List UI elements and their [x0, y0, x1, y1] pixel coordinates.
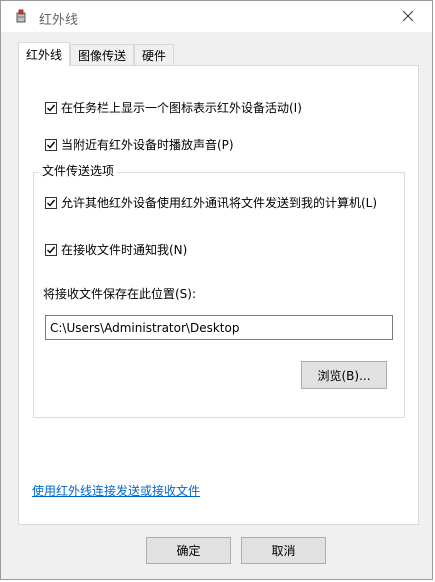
show-taskbar-icon-checkbox[interactable]	[45, 101, 57, 114]
save-location-value: C:\Users\Administrator\Desktop	[50, 320, 240, 335]
tab-image-transfer[interactable]: 图像传送	[70, 44, 135, 66]
checkmark-icon	[47, 246, 56, 254]
checkmark-icon	[47, 199, 56, 207]
show-taskbar-icon-label: 在任务栏上显示一个图标表示红外设备活动(I)	[61, 101, 302, 115]
close-button[interactable]	[390, 3, 426, 31]
cancel-button[interactable]: 取消	[241, 537, 326, 564]
checkmark-icon	[47, 104, 56, 112]
show-taskbar-icon-option[interactable]: 在任务栏上显示一个图标表示红外设备活动(I)	[45, 99, 302, 116]
allow-send-option[interactable]: 允许其他红外设备使用红外通讯将文件发送到我的计算机(L)	[45, 194, 377, 211]
help-link[interactable]: 使用红外线连接发送或接收文件	[32, 482, 200, 499]
notify-receive-option[interactable]: 在接收文件时通知我(N)	[45, 241, 187, 258]
file-transfer-legend: 文件传送选项	[39, 162, 118, 179]
allow-send-checkbox[interactable]	[45, 196, 57, 209]
notify-receive-checkbox[interactable]	[45, 243, 57, 256]
play-sound-checkbox[interactable]	[45, 138, 57, 151]
infrared-dialog: 红外线 红外线 图像传送 硬件 在任务栏上显示一个图标表示红外设备活动(I) 当…	[0, 0, 433, 580]
window-title: 红外线	[39, 13, 79, 28]
infrared-tab-panel: 在任务栏上显示一个图标表示红外设备活动(I) 当附近有红外设备时播放声音(P) …	[18, 65, 419, 525]
checkmark-icon	[47, 141, 56, 149]
close-icon	[402, 10, 414, 25]
allow-send-label: 允许其他红外设备使用红外通讯将文件发送到我的计算机(L)	[61, 196, 378, 210]
browse-button[interactable]: 浏览(B)...	[301, 361, 387, 389]
play-sound-option[interactable]: 当附近有红外设备时播放声音(P)	[45, 136, 234, 153]
notify-receive-label: 在接收文件时通知我(N)	[61, 243, 188, 257]
infrared-app-icon	[14, 9, 29, 24]
ok-button[interactable]: 确定	[146, 537, 231, 564]
tab-infrared[interactable]: 红外线	[18, 42, 71, 66]
tab-hardware[interactable]: 硬件	[134, 44, 175, 66]
save-location-input[interactable]: C:\Users\Administrator\Desktop	[45, 315, 393, 340]
title-bar: 红外线	[1, 1, 432, 32]
tab-strip: 红外线 图像传送 硬件	[18, 42, 175, 66]
play-sound-label: 当附近有红外设备时播放声音(P)	[61, 138, 234, 152]
save-location-label: 将接收文件保存在此位置(S):	[43, 287, 197, 301]
